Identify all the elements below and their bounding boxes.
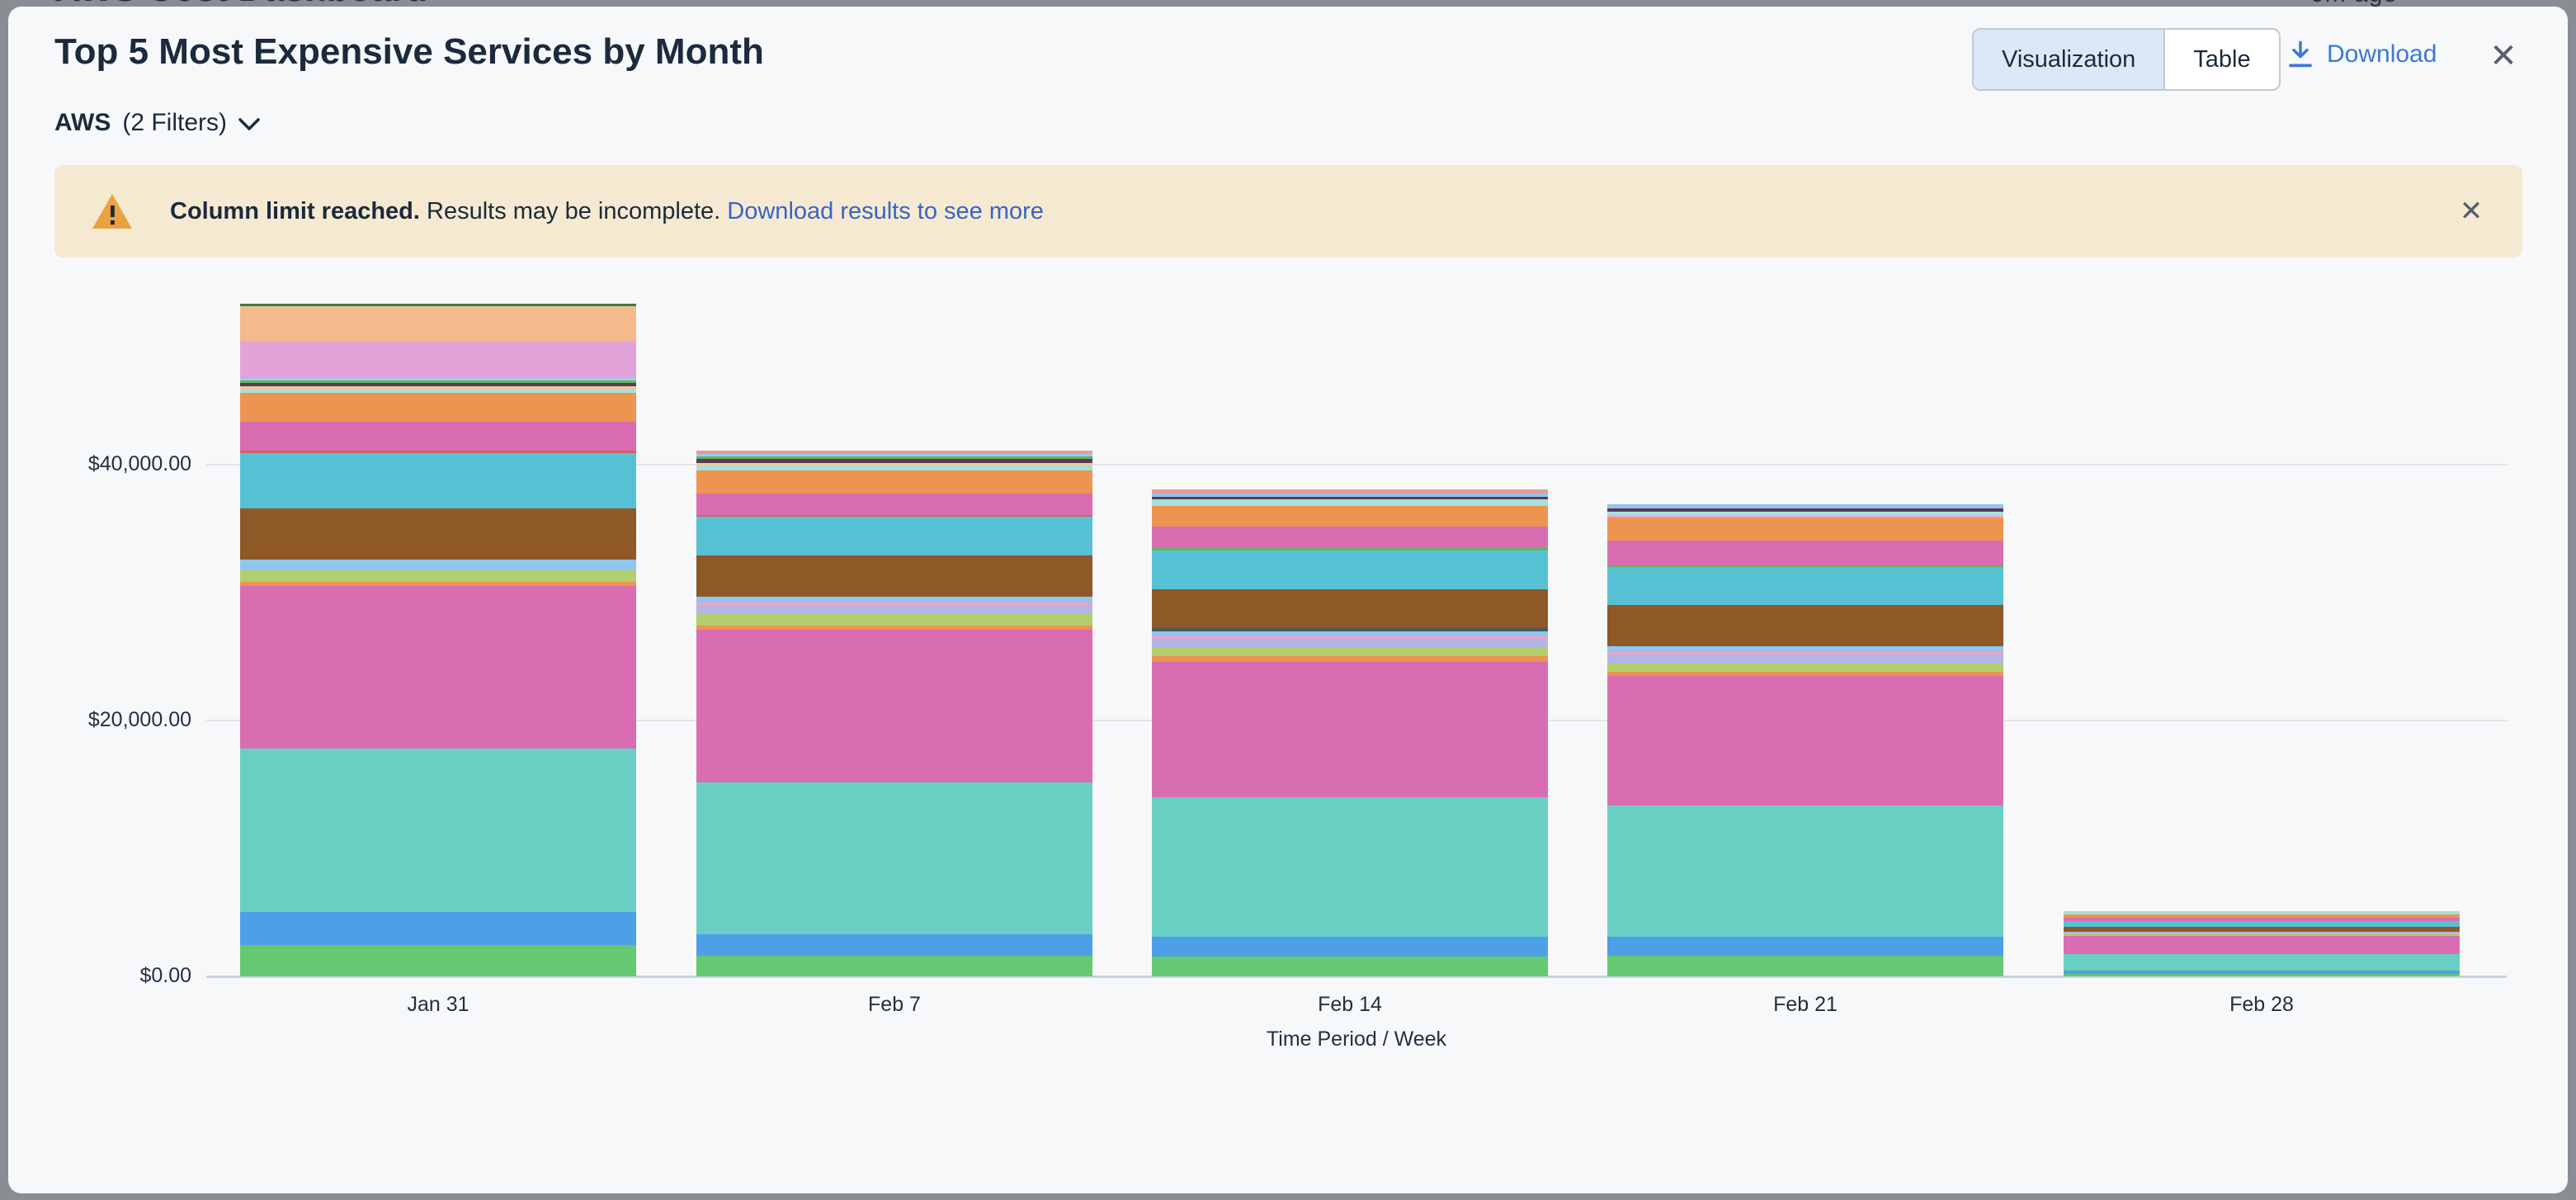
bar-segment-brown[interactable] xyxy=(696,555,1092,597)
bar-segment-blue[interactable] xyxy=(1152,937,1548,957)
x-axis-tick-label: Feb 14 xyxy=(1226,993,1474,1017)
bar-segment-cyan[interactable] xyxy=(240,453,636,508)
bar-segment-green[interactable] xyxy=(2064,974,2460,976)
filter-count-label: (2 Filters) xyxy=(122,109,227,137)
bar-segment-brown[interactable] xyxy=(1152,589,1548,628)
bar-segment-magenta[interactable] xyxy=(1607,541,2003,565)
y-axis-tick-label: $20,000.00 xyxy=(8,708,191,732)
chevron-down-icon xyxy=(238,118,260,131)
bar-segment-yellow_green[interactable] xyxy=(1152,648,1548,656)
bar-segment-magenta[interactable] xyxy=(1607,676,2003,806)
warning-banner: Column limit reached. Results may be inc… xyxy=(54,165,2522,257)
bar-segment-orchid[interactable] xyxy=(240,341,636,378)
bar-segment-turquoise[interactable] xyxy=(240,749,636,912)
y-axis-tick-label: $40,000.00 xyxy=(8,452,191,476)
tab-visualization[interactable]: Visualization xyxy=(1974,30,2163,89)
stacked-bar-chart: $0.00 $20,000.00 $40,000.00 Jan 31 Feb 7 Feb … xyxy=(8,279,2568,1104)
bar-segment-peach[interactable] xyxy=(240,306,636,341)
chart-modal: Top 5 Most Expensive Services by Month A… xyxy=(8,7,2568,1193)
bar-segment-magenta[interactable] xyxy=(1152,662,1548,797)
bar-segment-magenta[interactable] xyxy=(2064,936,2460,954)
bar-segment-turquoise[interactable] xyxy=(2064,954,2460,971)
x-axis-tick-label: Feb 21 xyxy=(1682,993,1929,1017)
bar-segment-yellow_green[interactable] xyxy=(696,614,1092,626)
bar-segment-yellow_green[interactable] xyxy=(240,570,636,582)
bar-segment-pale_cyan[interactable] xyxy=(1152,499,1548,506)
bar-segment-blue[interactable] xyxy=(240,912,636,945)
modal-close-button[interactable]: ✕ xyxy=(2484,36,2523,76)
bar-segment-magenta[interactable] xyxy=(696,494,1092,515)
warning-banner-detail-text: Results may be incomplete. xyxy=(427,198,720,224)
warning-banner-close-button[interactable]: ✕ xyxy=(2453,193,2489,229)
bar-segment-brown[interactable] xyxy=(240,508,636,560)
bar-segment-green[interactable] xyxy=(1152,957,1548,976)
bar-segment-orange[interactable] xyxy=(696,470,1092,494)
bar-segment-blue[interactable] xyxy=(696,934,1092,956)
x-axis-tick-label: Feb 28 xyxy=(2138,993,2385,1017)
bar-segment-orange[interactable] xyxy=(1607,517,2003,541)
bar-segment-magenta[interactable] xyxy=(1152,527,1548,548)
bar-segment-cyan[interactable] xyxy=(2064,921,2460,927)
bar-segment-magenta[interactable] xyxy=(240,586,636,749)
screen: AWS Cost Dashboard 0m ago Top 5 Most Exp… xyxy=(0,0,2576,1200)
bar-jan-31[interactable] xyxy=(240,304,636,976)
y-axis-tick-label: $0.00 xyxy=(8,964,191,988)
x-axis-title: Time Period / Week xyxy=(1109,1028,1604,1051)
filter-provider-label: AWS xyxy=(54,109,111,137)
filter-dropdown[interactable]: AWS (2 Filters) xyxy=(54,109,260,137)
view-toggle: Visualization Table xyxy=(1972,28,2281,91)
bar-feb-21[interactable] xyxy=(1607,504,2003,976)
bar-segment-sky_blue[interactable] xyxy=(240,560,636,570)
bar-feb-7[interactable] xyxy=(696,451,1092,976)
bar-segment-green[interactable] xyxy=(1607,956,2003,976)
bar-segment-green[interactable] xyxy=(696,956,1092,976)
warning-banner-bold-text: Column limit reached. xyxy=(170,198,420,224)
download-button[interactable]: Download xyxy=(2287,40,2437,69)
page-title: Top 5 Most Expensive Services by Month xyxy=(54,31,764,73)
warning-banner-text: Column limit reached. Results may be inc… xyxy=(170,198,1044,225)
bar-segment-turquoise[interactable] xyxy=(1152,797,1548,937)
bar-segment-magenta[interactable] xyxy=(240,422,636,451)
bar-segment-yellow_green[interactable] xyxy=(1607,664,2003,672)
bar-feb-14[interactable] xyxy=(1152,489,1548,976)
bar-segment-orange[interactable] xyxy=(240,393,636,422)
bar-segment-magenta[interactable] xyxy=(696,630,1092,782)
bar-segment-blue[interactable] xyxy=(1607,937,2003,956)
bar-segment-turquoise[interactable] xyxy=(1607,806,2003,937)
download-icon xyxy=(2287,40,2314,69)
bar-segment-periwinkle[interactable] xyxy=(1607,654,2003,664)
bar-segment-cyan[interactable] xyxy=(1607,567,2003,605)
bar-segment-brown[interactable] xyxy=(1607,605,2003,646)
x-axis-tick-label: Jan 31 xyxy=(314,993,562,1017)
download-results-link[interactable]: Download results to see more xyxy=(727,198,1044,224)
download-label: Download xyxy=(2327,40,2437,69)
bar-segment-sky_blue[interactable] xyxy=(696,597,1092,602)
bar-segment-periwinkle[interactable] xyxy=(696,605,1092,614)
bar-segment-periwinkle[interactable] xyxy=(1152,639,1548,648)
bar-segment-sky_blue[interactable] xyxy=(1607,646,2003,652)
x-axis-tick-label: Feb 7 xyxy=(771,993,1018,1017)
tab-table[interactable]: Table xyxy=(2163,30,2278,89)
bar-segment-orange[interactable] xyxy=(1152,656,1548,662)
bar-segment-turquoise[interactable] xyxy=(696,782,1092,934)
bar-segment-cyan[interactable] xyxy=(1152,550,1548,589)
warning-triangle-icon xyxy=(91,192,134,230)
bar-segment-cyan[interactable] xyxy=(696,517,1092,555)
bar-segment-orange[interactable] xyxy=(1152,506,1548,527)
bar-feb-28[interactable] xyxy=(2064,911,2460,976)
bar-segment-green[interactable] xyxy=(240,945,636,976)
